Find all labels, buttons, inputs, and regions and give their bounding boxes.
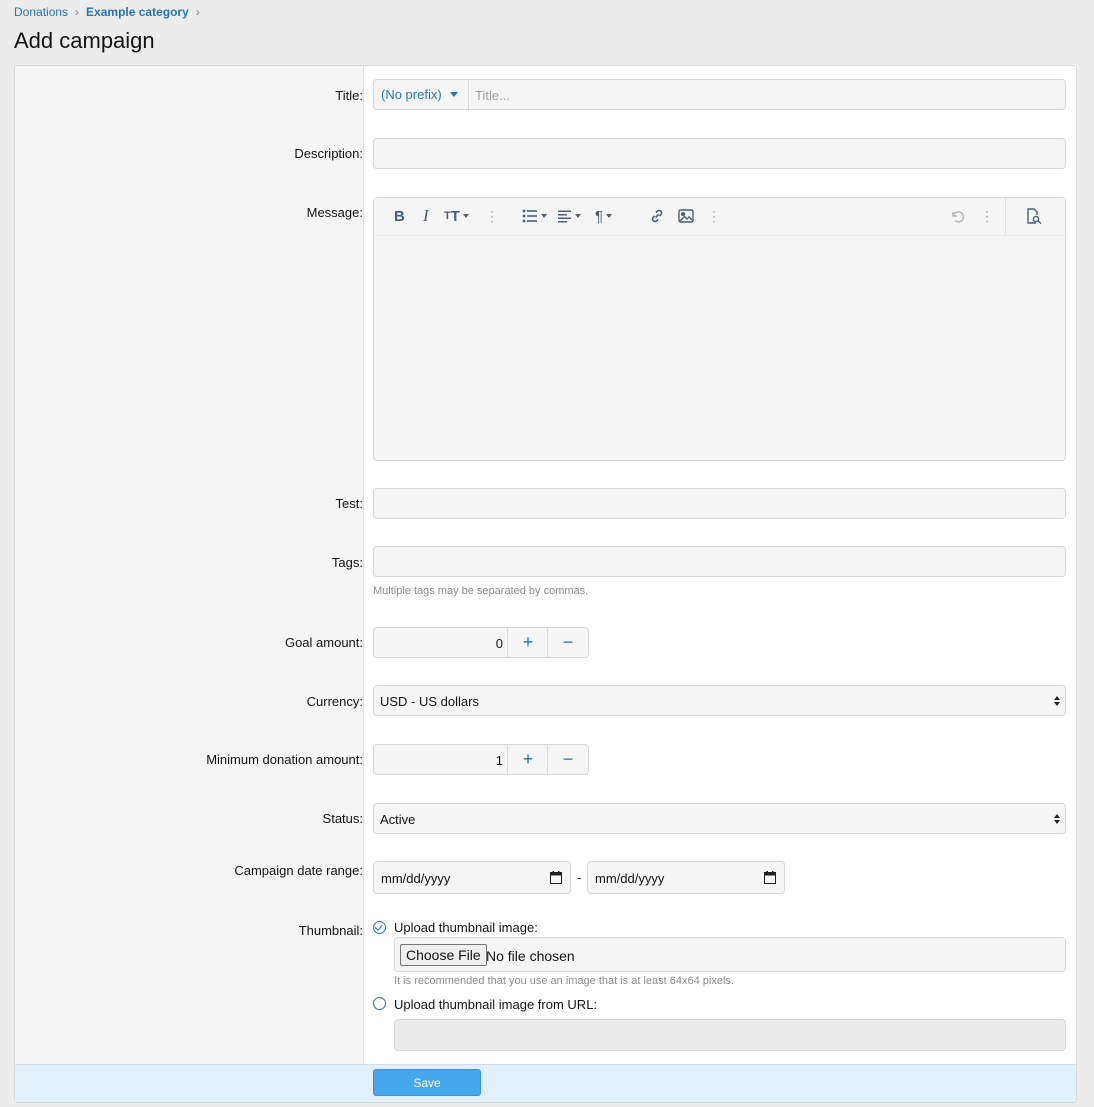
plus-icon[interactable]: + [507,745,548,774]
test-label: Test: [335,496,363,511]
upload-url-label: Upload thumbnail image from URL: [394,997,598,1012]
title-label: Title: [335,88,363,103]
message-editor: B I TT ⋮ ¶ ⋮ ⋮ [373,197,1066,461]
prefix-select[interactable]: (No prefix) [374,80,469,109]
currency-select[interactable]: USD - US dollars [373,685,1066,716]
list-icon[interactable] [522,206,547,226]
thumbnail-url-input[interactable] [394,1019,1066,1051]
tags-input[interactable] [373,546,1066,577]
breadcrumb: Donations › Example category › [14,4,207,20]
title-field: (No prefix) Title... [373,79,1066,110]
message-label: Message: [306,205,363,220]
campaign-form: Title: Description: Message: Test: Tags:… [14,65,1077,1103]
title-input[interactable]: Title... [475,88,510,103]
undo-icon[interactable] [950,206,965,226]
text-size-icon[interactable]: TT [444,206,469,226]
more-vertical-icon[interactable]: ⋮ [980,206,994,226]
breadcrumb-example-category[interactable]: Example category [86,5,189,19]
status-select[interactable]: Active [373,803,1066,834]
check-icon [374,922,383,931]
calendar-icon[interactable] [550,871,562,884]
goal-amount-label: Goal amount: [284,635,363,650]
min-donation-label: Minimum donation amount: [206,752,363,767]
prefix-value: (No prefix) [381,87,442,102]
tags-hint: Multiple tags may be separated by commas… [373,585,589,597]
preview-icon[interactable] [1026,206,1043,226]
upload-image-label: Upload thumbnail image: [394,920,538,935]
upload-image-radio[interactable] [373,921,386,934]
align-icon[interactable] [558,206,581,226]
save-button[interactable]: Save [373,1069,481,1096]
page-title: Add campaign [14,28,155,53]
choose-file-button[interactable]: Choose File [400,944,487,966]
start-date-input[interactable]: mm/dd/yyyy [373,861,571,894]
select-arrows-icon [1054,695,1060,706]
upload-url-radio[interactable] [373,997,386,1010]
paragraph-icon[interactable]: ¶ [595,206,613,226]
plus-icon[interactable]: + [507,628,548,657]
submit-row: Save [15,1064,1076,1102]
link-icon[interactable] [649,206,665,226]
description-label: Description: [294,146,363,161]
chevron-right-icon: › [195,5,200,19]
goal-amount-stepper: 0 + − [373,627,589,658]
thumbnail-label: Thumbnail: [298,923,363,938]
italic-icon[interactable]: I [423,206,429,226]
toolbar-divider [1005,198,1006,235]
calendar-icon[interactable] [764,871,776,884]
image-icon[interactable] [678,206,694,226]
chevron-right-icon: › [75,5,80,19]
status-value: Active [380,812,416,827]
more-vertical-icon[interactable]: ⋮ [707,206,721,226]
breadcrumb-donations[interactable]: Donations [14,5,68,19]
upload-hint: It is recommended that you use an image … [394,975,734,987]
min-donation-stepper: 1 + − [373,744,589,775]
bold-icon[interactable]: B [394,206,405,226]
caret-down-icon [449,92,458,97]
status-label: Status: [322,811,363,826]
currency-label: Currency: [306,694,363,709]
form-label-column: Title: Description: Message: Test: Tags:… [15,66,364,1064]
more-vertical-icon[interactable]: ⋮ [485,206,499,226]
select-arrows-icon [1054,813,1060,824]
minus-icon[interactable]: − [547,628,588,657]
currency-value: USD - US dollars [380,694,479,709]
end-date-input[interactable]: mm/dd/yyyy [587,861,785,894]
file-upload-field: Choose File No file chosen [394,937,1066,972]
description-input[interactable] [373,138,1066,169]
tags-label: Tags: [331,555,363,570]
goal-amount-input[interactable]: 0 [496,636,503,651]
min-donation-input[interactable]: 1 [496,753,503,768]
start-date-placeholder: mm/dd/yyyy [381,871,451,886]
date-separator: - [577,870,582,885]
date-range-label: Campaign date range: [234,863,363,878]
test-input[interactable] [373,488,1066,519]
minus-icon[interactable]: − [547,745,588,774]
end-date-placeholder: mm/dd/yyyy [595,871,665,886]
file-status: No file chosen [486,948,575,964]
editor-toolbar: B I TT ⋮ ¶ ⋮ ⋮ [374,198,1065,236]
